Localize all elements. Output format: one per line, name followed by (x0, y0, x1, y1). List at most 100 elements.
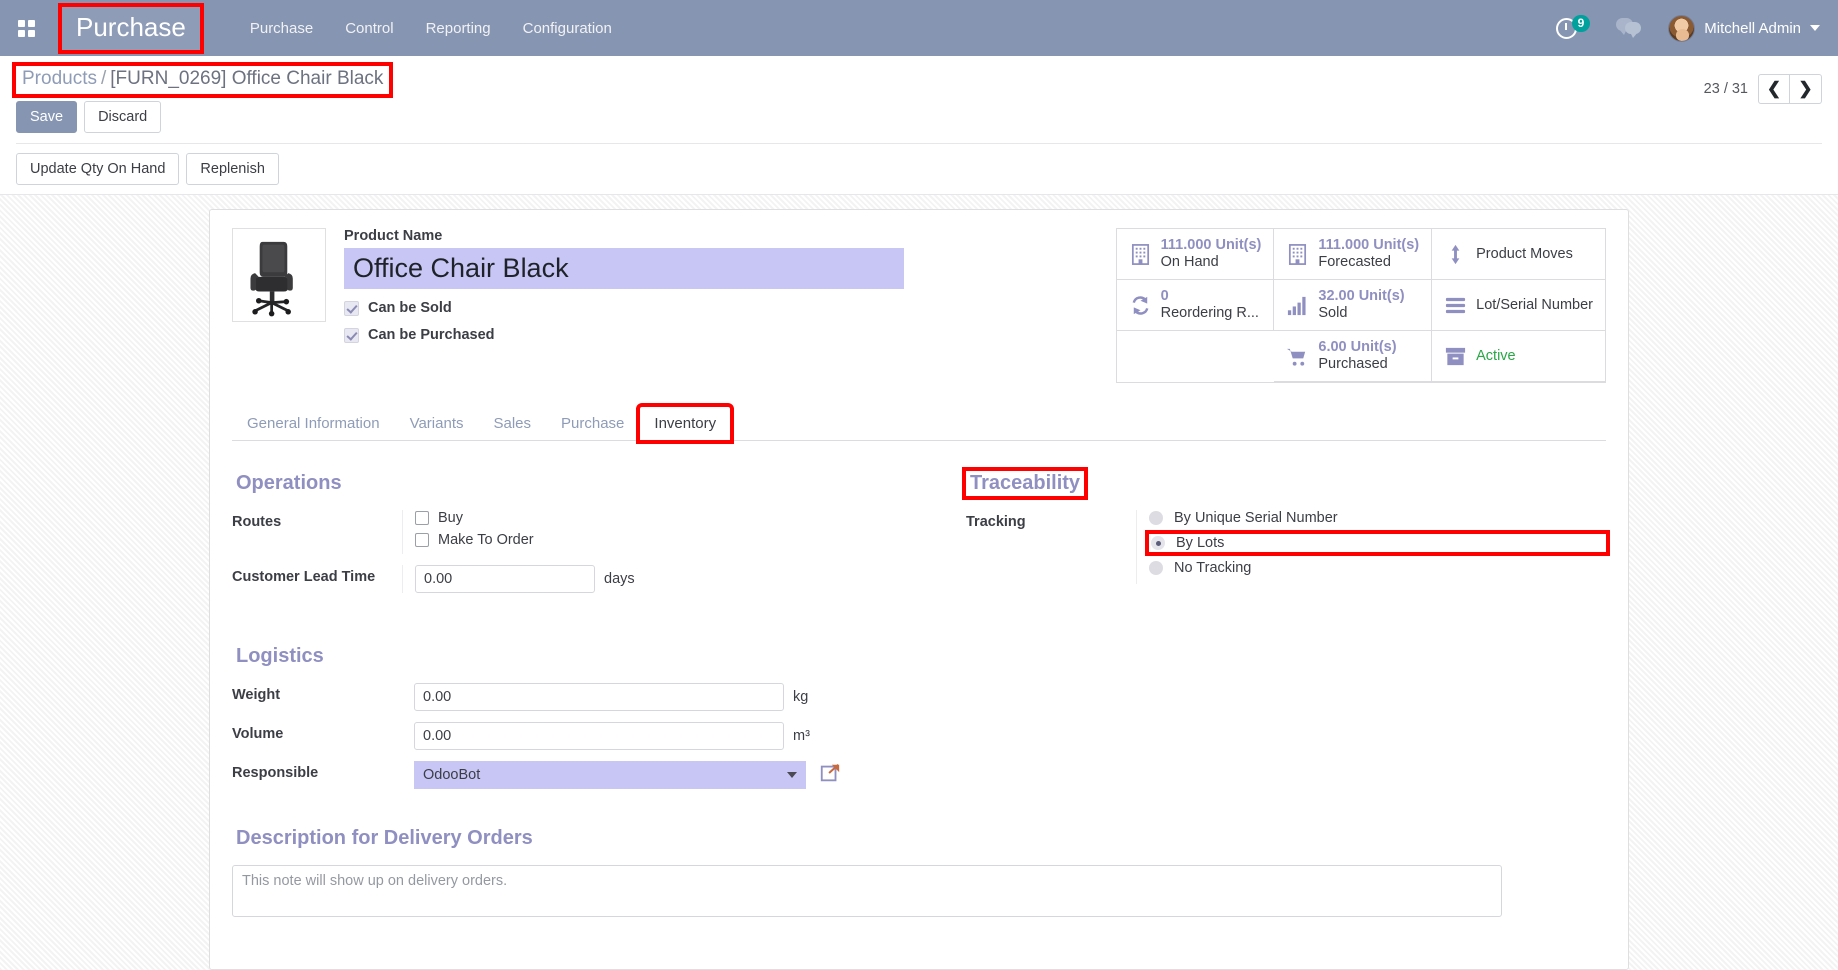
stat-forecasted[interactable]: 111.000 Unit(s) Forecasted (1274, 229, 1433, 281)
can-be-purchased-row[interactable]: Can be Purchased (344, 327, 904, 343)
form-background: Product Name Can be Sold Can be Purchase… (0, 195, 1838, 970)
radio-by-unique-serial-number[interactable] (1149, 511, 1163, 526)
route-make-to-order-label: Make To Order (438, 532, 534, 549)
stat-lot-serial-number[interactable]: Lot/Serial Number (1432, 280, 1605, 332)
traceability-column: Traceability Tracking By Unique Serial N… (942, 467, 1610, 800)
external-link-icon[interactable] (819, 762, 841, 789)
route-buy-checkbox[interactable] (415, 511, 429, 526)
tracking-option-lots[interactable]: By Lots (1145, 530, 1610, 557)
can-be-purchased-label: Can be Purchased (368, 327, 495, 344)
stat-on-hand-value: 111.000 Unit(s) (1160, 237, 1262, 254)
tracking-label: Tracking (966, 514, 1026, 531)
app-brand-purchase[interactable]: Purchase (58, 2, 204, 54)
stat-reordering-rules-label: Reordering R... (1160, 304, 1259, 321)
customer-lead-time-label: Customer Lead Time (232, 569, 376, 586)
routes-row: Routes Buy Make To Order (232, 510, 918, 555)
inventory-tab-content: Operations Routes Buy Make To Order Cust… (232, 467, 1610, 800)
notebook-tabs: General Information Variants Sales Purch… (232, 403, 1606, 445)
customer-lead-time-control: days (402, 565, 918, 594)
stat-reordering-rules[interactable]: 0 Reordering R... (1116, 280, 1275, 332)
chevron-down-icon (1810, 25, 1820, 31)
customer-lead-time-input[interactable] (415, 565, 595, 594)
control-panel-top-row: Products / [FURN_0269] Office Chair Black … (11, 62, 1822, 134)
user-menu[interactable]: Mitchell Admin (1668, 14, 1820, 42)
responsible-value: OdooBot (423, 767, 481, 784)
pager-text: 23 / 31 (1703, 81, 1748, 97)
operations-column: Operations Routes Buy Make To Order Cust… (232, 471, 942, 800)
tab-general-information[interactable]: General Information (232, 406, 395, 441)
stat-purchased-label: Purchased (1318, 356, 1388, 373)
responsible-select[interactable]: OdooBot (414, 761, 806, 790)
apps-grid-icon[interactable] (6, 8, 46, 48)
stat-active[interactable]: Active (1432, 331, 1605, 383)
tab-sales[interactable]: Sales (479, 406, 547, 441)
routes-control: Buy Make To Order (402, 510, 918, 555)
tracking-option-serial[interactable]: By Unique Serial Number (1149, 510, 1606, 526)
pager: 23 / 31 ❮ ❯ (1704, 66, 1822, 104)
activity-menu[interactable]: 9 (1555, 14, 1591, 39)
chevron-down-icon (787, 772, 797, 779)
chat-bubbles-icon[interactable] (1616, 18, 1642, 38)
update-qty-on-hand-button[interactable]: Update Qty On Hand (16, 153, 180, 186)
responsible-control: OdooBot (402, 761, 918, 790)
replenish-button[interactable]: Replenish (186, 153, 279, 186)
stat-product-moves[interactable]: Product Moves (1432, 229, 1605, 281)
route-make-to-order-row[interactable]: Make To Order (415, 532, 918, 548)
responsible-row: Responsible OdooBot (232, 761, 918, 790)
tab-purchase[interactable]: Purchase (546, 406, 639, 441)
route-buy-label: Buy (438, 510, 463, 527)
can-be-sold-checkbox[interactable] (344, 300, 359, 316)
stat-lot-serial-number-label: Lot/Serial Number (1476, 296, 1593, 313)
product-name-group: Product Name Can be Sold Can be Purchase… (344, 228, 904, 343)
stat-on-hand[interactable]: 111.000 Unit(s) On Hand (1116, 229, 1275, 281)
menu-control[interactable]: Control (331, 14, 407, 43)
stat-purchased[interactable]: 6.00 Unit(s) Purchased (1274, 331, 1433, 383)
save-discard-row: Save Discard (16, 101, 389, 134)
building-icon (1289, 243, 1307, 265)
breadcrumb-parent-products[interactable]: Products (22, 68, 97, 89)
volume-input[interactable] (414, 722, 784, 751)
description-section: Description for Delivery Orders This not… (232, 826, 1606, 918)
save-button[interactable]: Save (16, 101, 78, 134)
tracking-option-none[interactable]: No Tracking (1149, 560, 1606, 576)
can-be-sold-row[interactable]: Can be Sold (344, 300, 904, 316)
radio-no-tracking[interactable] (1149, 561, 1163, 576)
route-buy-row[interactable]: Buy (415, 510, 918, 526)
stat-sold[interactable]: 32.00 Unit(s) Sold (1274, 280, 1433, 332)
office-chair-image[interactable] (232, 228, 326, 323)
stat-reordering-rules-value: 0 (1160, 288, 1169, 305)
cart-icon (1287, 348, 1306, 366)
stat-sold-value: 32.00 Unit(s) (1318, 288, 1405, 305)
stat-forecasted-label: Forecasted (1318, 253, 1391, 270)
customer-lead-time-unit: days (604, 571, 635, 588)
tracking-option-none-label: No Tracking (1174, 560, 1252, 577)
weight-input[interactable] (414, 683, 784, 712)
operations-section-title: Operations (236, 472, 342, 495)
navbar-right-area: 9 Mitchell Admin (1555, 14, 1820, 42)
description-section-title: Description for Delivery Orders (236, 827, 533, 850)
weight-unit: kg (793, 689, 809, 706)
can-be-purchased-checkbox[interactable] (344, 327, 359, 343)
radio-by-lots[interactable] (1151, 536, 1165, 551)
refresh-icon (1132, 296, 1149, 315)
discard-button[interactable]: Discard (84, 101, 162, 134)
route-make-to-order-checkbox[interactable] (415, 533, 429, 548)
tracking-option-lots-label: By Lots (1176, 535, 1225, 552)
product-name-input[interactable] (344, 248, 904, 290)
control-panel-action-row: Update Qty On Hand Replenish (16, 143, 1822, 194)
stat-sold-label: Sold (1318, 304, 1348, 321)
description-textarea[interactable]: This note will show up on delivery order… (232, 865, 1502, 918)
menu-reporting[interactable]: Reporting (412, 14, 505, 43)
stat-buttons-grid: 111.000 Unit(s) On Hand 111.000 Unit(s) … (1115, 228, 1606, 384)
menu-purchase[interactable]: Purchase (236, 14, 327, 43)
menu-configuration[interactable]: Configuration (509, 14, 626, 43)
customer-lead-time-row: Customer Lead Time days (232, 565, 918, 594)
tab-variants[interactable]: Variants (395, 406, 479, 441)
form-header: Product Name Can be Sold Can be Purchase… (232, 228, 1606, 384)
tab-inventory[interactable]: Inventory (636, 403, 735, 445)
activity-count-badge: 9 (1571, 14, 1591, 32)
list-bars-icon (1446, 297, 1466, 314)
chevron-right-icon[interactable]: ❯ (1790, 74, 1822, 104)
chevron-left-icon[interactable]: ❮ (1758, 74, 1790, 104)
volume-label: Volume (232, 726, 284, 743)
